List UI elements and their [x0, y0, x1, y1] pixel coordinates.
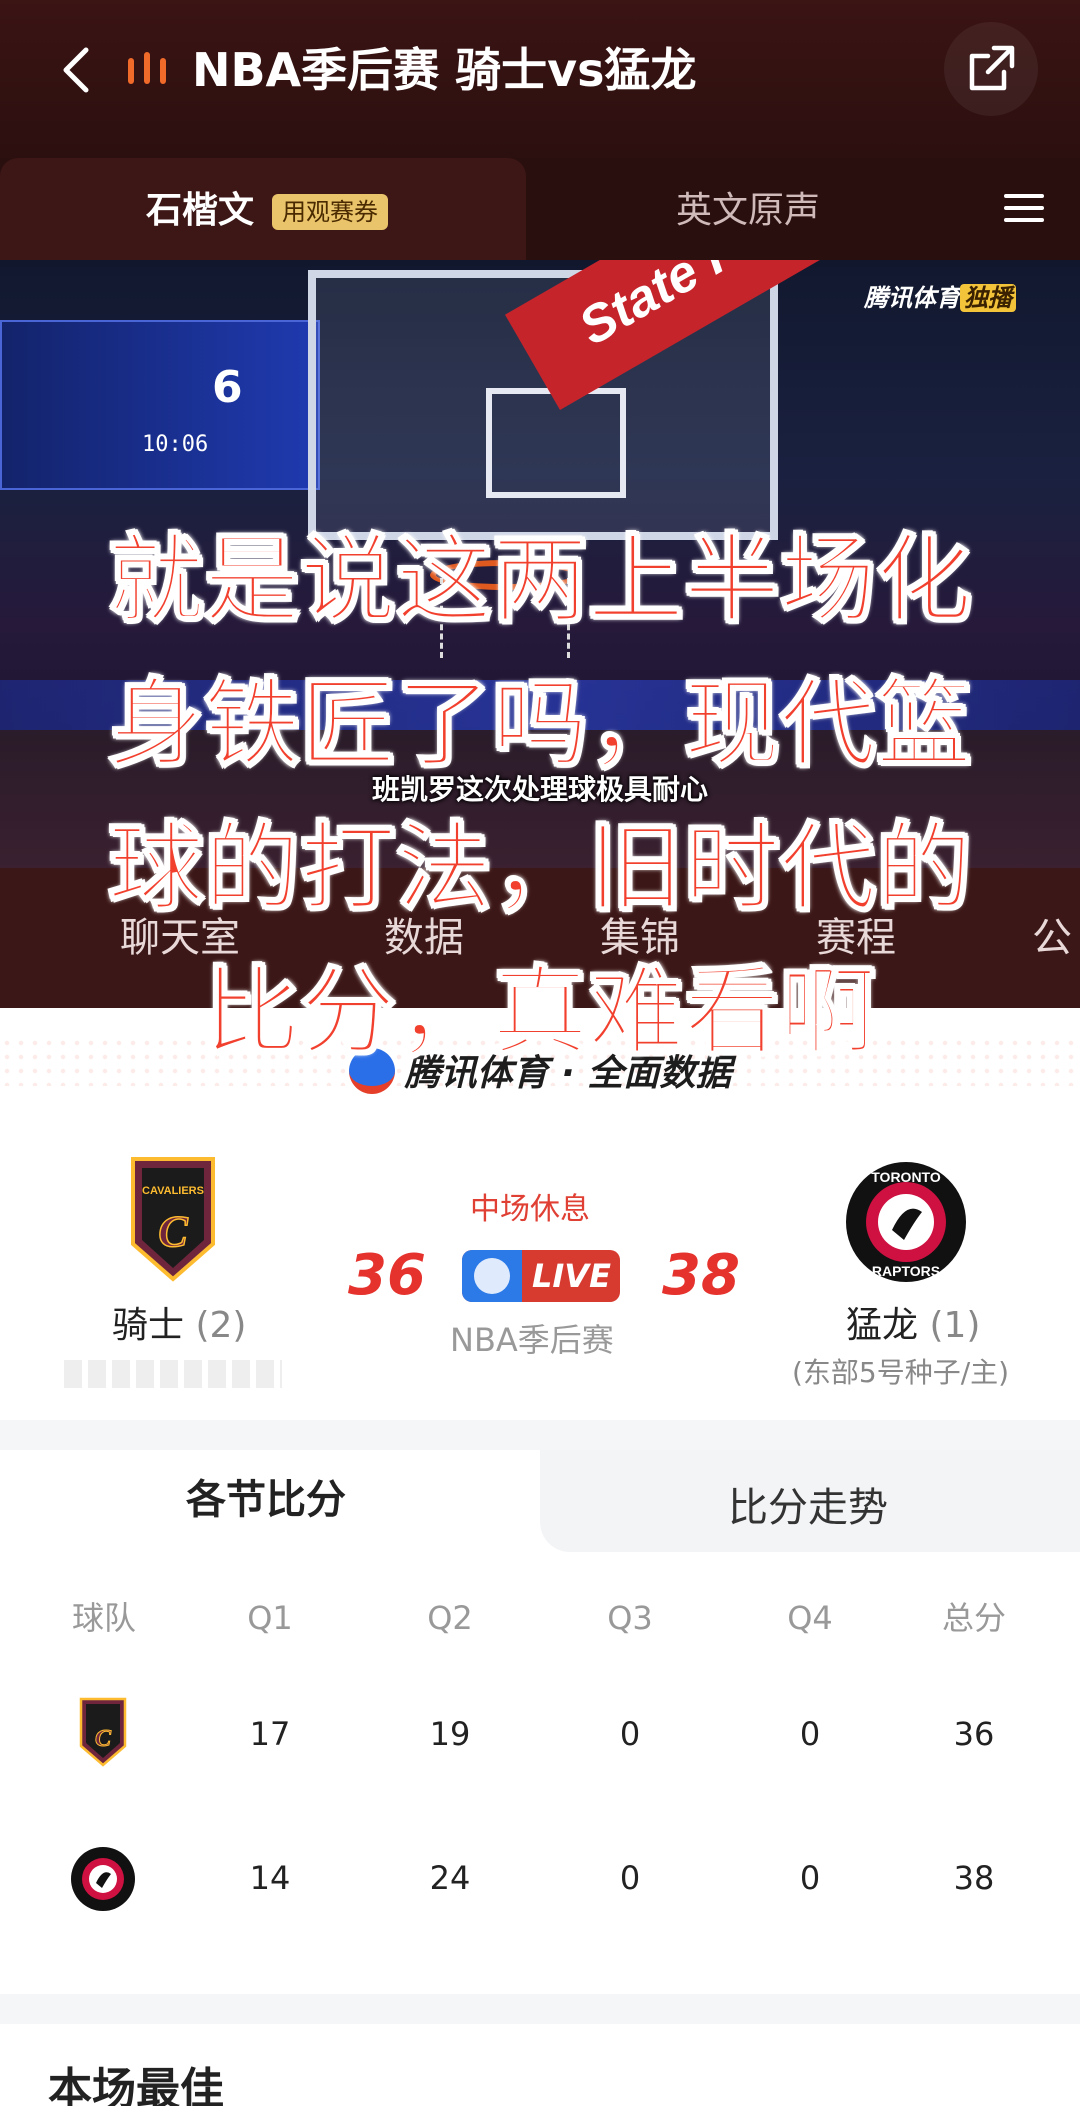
col-header-q1: Q1	[247, 1599, 293, 1637]
svg-text:C: C	[95, 1726, 112, 1752]
away-team-series: (1)	[929, 1305, 981, 1346]
share-icon[interactable]	[944, 22, 1038, 116]
cav-total: 36	[953, 1715, 995, 1753]
live-bars-icon	[126, 50, 172, 88]
cav-q3: 0	[619, 1715, 641, 1753]
watermark-tag: 独播	[960, 284, 1016, 312]
raptors-logo-icon[interactable]: TORONTO RAPTORS	[844, 1160, 968, 1284]
menu-icon[interactable]	[1000, 186, 1048, 234]
best-players-title: 本场最佳	[48, 2064, 224, 2106]
home-team-label: 骑士	[112, 1305, 185, 1346]
section-separator-bottom	[0, 1994, 1080, 2024]
away-score: 38	[662, 1243, 740, 1308]
tab-score-trend-label[interactable]: 比分走势	[728, 1482, 888, 1534]
rap-q4: 0	[799, 1859, 821, 1897]
section-separator	[0, 1420, 1080, 1450]
away-team-label: 猛龙	[846, 1305, 919, 1346]
cav-q2: 19	[429, 1715, 471, 1753]
away-team-name[interactable]: 猛龙 (1)	[846, 1302, 980, 1350]
col-header-q4: Q4	[787, 1599, 833, 1637]
home-score: 36	[348, 1243, 426, 1308]
raptors-row-logo-icon	[70, 1846, 136, 1912]
faded-placeholder	[64, 1360, 282, 1388]
match-type: NBA季后赛	[450, 1321, 614, 1359]
video-watermark: 腾讯体育 独播	[864, 278, 1016, 313]
live-label: LIVE	[532, 1257, 611, 1295]
cav-q4: 0	[799, 1715, 821, 1753]
tab-chinese-commentary[interactable]	[0, 158, 526, 260]
rap-total: 38	[953, 1859, 995, 1897]
svg-text:RAPTORS: RAPTORS	[872, 1263, 940, 1279]
overlay-comment: 就是说这两上半场化身铁匠了吗，现代篮球的打法，旧时代的比分，真难看啊	[107, 523, 973, 1069]
col-header-team: 球队	[71, 1599, 136, 1637]
cavaliers-logo-icon[interactable]: CAVALIERS C	[128, 1154, 218, 1284]
rap-q1: 14	[249, 1859, 291, 1897]
scoreboard-time: 10:06	[142, 432, 209, 457]
scoreboard-number: 6	[212, 362, 243, 413]
rap-q3: 0	[619, 1859, 641, 1897]
rap-q2: 24	[429, 1859, 471, 1897]
subnav-more[interactable]: 公	[1032, 912, 1072, 964]
tab-english-commentary[interactable]: 英文原声	[676, 188, 820, 234]
page-title: NBA季后赛 骑士vs猛龙	[192, 43, 697, 97]
home-team-name[interactable]: 骑士 (2)	[112, 1302, 246, 1350]
ticket-badge[interactable]: 用观赛券	[272, 194, 388, 230]
col-header-q3: Q3	[607, 1599, 653, 1637]
tab-chinese-label[interactable]: 石楷文	[146, 188, 254, 234]
cavaliers-row-logo-icon: C	[78, 1696, 128, 1768]
game-status: 中场休息	[470, 1192, 590, 1227]
svg-text:TORONTO: TORONTO	[871, 1169, 941, 1185]
home-team-series: (2)	[195, 1305, 247, 1346]
away-team-seed: (东部5号种子/主)	[792, 1356, 1010, 1389]
col-header-total: 总分	[941, 1599, 1006, 1637]
live-ball-icon	[462, 1250, 522, 1302]
arena-scoreboard: 6 10:06	[0, 320, 320, 490]
cav-q1: 17	[249, 1715, 291, 1753]
watermark-brand: 腾讯体育	[864, 284, 960, 312]
back-arrow-icon[interactable]	[48, 40, 108, 100]
svg-text:C: C	[158, 1207, 188, 1256]
live-badge[interactable]: LIVE	[462, 1250, 620, 1302]
svg-text:CAVALIERS: CAVALIERS	[142, 1185, 204, 1197]
col-header-q2: Q2	[427, 1599, 473, 1637]
tab-quarter-scores-label[interactable]: 各节比分	[186, 1474, 346, 1526]
